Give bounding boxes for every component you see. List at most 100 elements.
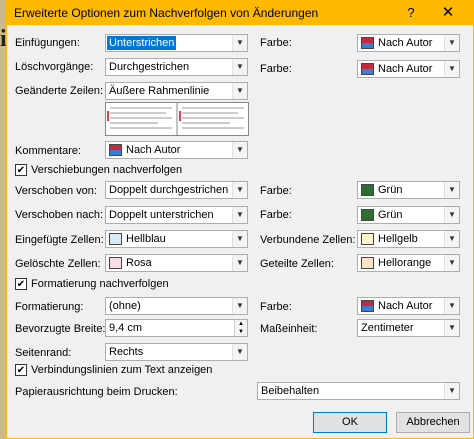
spin-up-icon[interactable]: ▲ [238,321,244,327]
moved-to-value: Doppelt unterstrichen [109,209,214,221]
title-bar: Erweiterte Optionen zum Nachverfolgen vo… [7,0,473,25]
dropdown-arrow-icon: ▼ [232,35,247,51]
color-swatch-icon [109,144,122,156]
merged-cells-dropdown[interactable]: Hellgelb ▼ [357,230,460,248]
moved-from-color-dropdown[interactable]: Grün ▼ [357,181,460,199]
color-swatch-icon [361,300,374,312]
paper-orientation-dropdown[interactable]: Beibehalten ▼ [257,382,460,400]
margin-value: Rechts [109,346,144,358]
changed-lines-preview [105,102,249,136]
checkmark-icon: ✔ [16,365,26,376]
help-icon[interactable]: ? [404,5,418,20]
width-spin-buttons[interactable]: ▲ ▼ [234,320,247,336]
dropdown-arrow-icon: ▼ [444,35,459,51]
track-formatting-label: Formatierung nachverfolgen [31,278,169,290]
preferred-width-label: Bevorzugte Breite: [15,323,106,335]
moved-to-color-value: Grün [378,209,403,221]
deletions-color-dropdown[interactable]: Nach Autor ▼ [357,60,460,78]
split-cells-value: Hellorange [378,257,432,269]
deletions-value: Durchgestrichen [109,61,190,73]
cancel-button[interactable]: Abbrechen [396,412,470,433]
deletions-label: Löschvorgänge: [15,61,94,73]
connecting-lines-checkbox[interactable]: ✔ [15,364,27,376]
preferred-width-value: 9,4 cm [109,322,143,334]
track-moves-label: Verschiebungen nachverfolgen [31,164,183,176]
deletions-dropdown[interactable]: Durchgestrichen ▼ [105,58,248,76]
comments-value: Nach Autor [126,144,181,156]
inserted-cells-label: Eingefügte Zellen: [15,234,104,246]
dropdown-arrow-icon: ▼ [232,142,247,158]
margin-dropdown[interactable]: Rechts ▼ [105,343,248,361]
formatting-color-dropdown[interactable]: Nach Autor ▼ [357,297,460,315]
inserted-cells-dropdown[interactable]: Hellblau ▼ [105,230,248,248]
merged-cells-label: Verbundene Zellen: [260,234,356,246]
inserted-cells-value: Hellblau [126,233,166,245]
paper-orientation-label: Papierausrichtung beim Drucken: [15,386,178,398]
dropdown-arrow-icon: ▼ [444,298,459,314]
checkmark-icon: ✔ [16,165,26,176]
dropdown-arrow-icon: ▼ [232,83,247,99]
color-swatch-icon [361,257,374,269]
formatting-dropdown[interactable]: (ohne) ▼ [105,297,248,315]
dropdown-arrow-icon: ▼ [444,61,459,77]
split-cells-dropdown[interactable]: Hellorange ▼ [357,254,460,272]
formatting-label: Formatierung: [15,301,84,313]
unit-value: Zentimeter [361,322,414,334]
dropdown-arrow-icon: ▼ [232,207,247,223]
deleted-cells-dropdown[interactable]: Rosa ▼ [105,254,248,272]
deleted-cells-value: Rosa [126,257,152,269]
insertions-color-dropdown[interactable]: Nach Autor ▼ [357,34,460,52]
dropdown-arrow-icon: ▼ [444,255,459,271]
dropdown-arrow-icon: ▼ [232,255,247,271]
insertions-value: Unterstrichen [107,36,177,50]
preferred-width-spinner[interactable]: 9,4 cm ▲ ▼ [105,319,248,337]
dialog-title: Erweiterte Optionen zum Nachverfolgen vo… [14,6,319,20]
connecting-lines-label: Verbindungslinien zum Text anzeigen [31,364,213,376]
changed-lines-dropdown[interactable]: Äußere Rahmenlinie ▼ [105,82,248,100]
insertions-color-label: Farbe: [260,37,292,49]
close-icon[interactable]: ✕ [440,3,456,21]
dropdown-arrow-icon: ▼ [444,383,459,399]
formatting-value: (ohne) [109,300,141,312]
color-swatch-icon [361,209,374,221]
color-swatch-icon [361,233,374,245]
color-swatch-icon [361,184,374,196]
dropdown-arrow-icon: ▼ [444,231,459,247]
unit-dropdown[interactable]: Zentimeter ▼ [357,319,460,337]
color-swatch-icon [361,37,374,49]
formatting-color-value: Nach Autor [378,300,433,312]
dropdown-arrow-icon: ▼ [232,298,247,314]
changed-lines-value: Äußere Rahmenlinie [109,85,210,97]
dropdown-arrow-icon: ▼ [232,182,247,198]
comments-dropdown[interactable]: Nach Autor ▼ [105,141,248,159]
dropdown-arrow-icon: ▼ [444,320,459,336]
moved-from-dropdown[interactable]: Doppelt durchgestrichen ▼ [105,181,248,199]
moved-to-dropdown[interactable]: Doppelt unterstrichen ▼ [105,206,248,224]
track-formatting-checkbox[interactable]: ✔ [15,278,27,290]
merged-cells-value: Hellgelb [378,233,418,245]
deletions-color-label: Farbe: [260,63,292,75]
dropdown-arrow-icon: ▼ [232,344,247,360]
moved-from-value: Doppelt durchgestrichen [109,184,229,196]
checkmark-icon: ✔ [16,279,26,290]
dropdown-arrow-icon: ▼ [232,231,247,247]
ok-button[interactable]: OK [313,412,387,433]
formatting-color-label: Farbe: [260,301,292,313]
moved-to-color-label: Farbe: [260,209,292,221]
preview-lines-icon [107,103,244,135]
margin-label: Seitenrand: [15,347,72,359]
spin-down-icon[interactable]: ▼ [238,329,244,335]
deletions-color-value: Nach Autor [378,63,433,75]
deleted-cells-label: Gelöschte Zellen: [15,258,101,270]
track-moves-checkbox[interactable]: ✔ [15,164,27,176]
dropdown-arrow-icon: ▼ [444,207,459,223]
moved-to-color-dropdown[interactable]: Grün ▼ [357,206,460,224]
paper-orientation-value: Beibehalten [261,385,320,397]
color-swatch-icon [109,233,122,245]
moved-from-color-value: Grün [378,184,403,196]
insertions-dropdown[interactable]: Unterstrichen ▼ [105,34,248,52]
track-changes-options-dialog: Erweiterte Optionen zum Nachverfolgen vo… [6,0,474,439]
comments-label: Kommentare: [15,145,82,157]
moved-from-label: Verschoben von: [15,185,97,197]
unit-label: Maßeinheit: [260,323,318,335]
